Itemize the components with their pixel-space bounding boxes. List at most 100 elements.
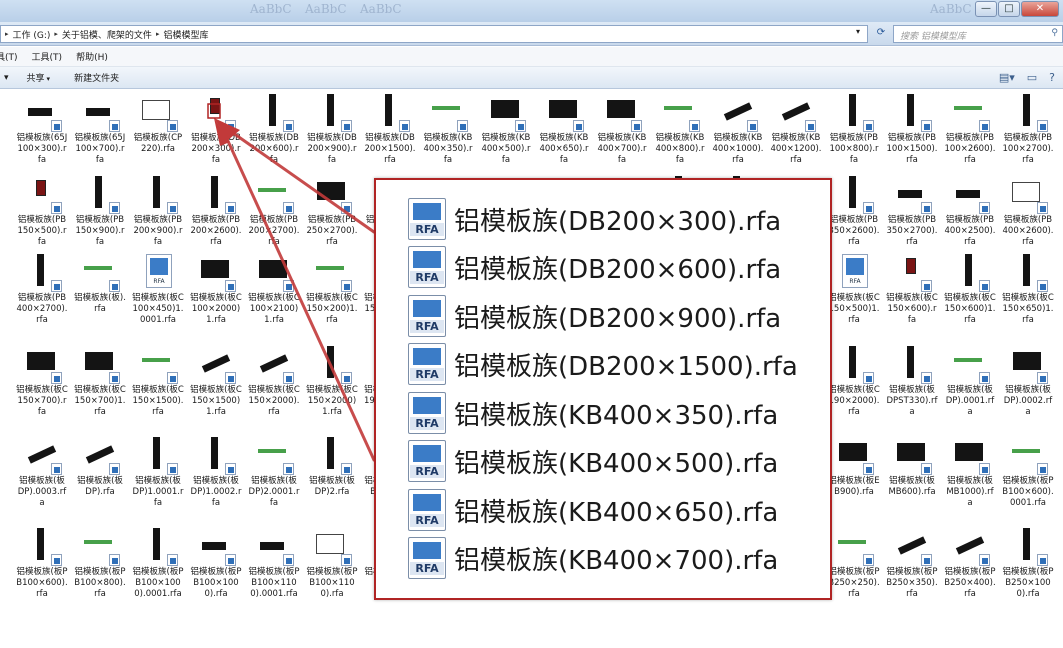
- menu-tools[interactable]: 工具(T): [32, 50, 63, 63]
- file-item[interactable]: 铝模板族(KB400×1000).rfa: [712, 92, 764, 178]
- zoom-row[interactable]: RFA 铝模板族(KB400×350).rfa: [408, 390, 778, 436]
- file-item[interactable]: 铝模板族(板PB250×400).rfa: [944, 526, 996, 612]
- file-thumbnail: [1008, 435, 1048, 475]
- file-item[interactable]: 铝模板族(DB200×600).rfa: [248, 92, 300, 178]
- menu-help[interactable]: 帮助(H): [76, 50, 108, 63]
- file-item[interactable]: 铝模板族(板C150×700).rfa: [16, 344, 68, 430]
- file-item[interactable]: 铝模板族(PB150×900).rfa: [74, 174, 126, 260]
- file-item[interactable]: 铝模板族(PB100×2700).rfa: [1002, 92, 1054, 178]
- file-item[interactable]: 铝模板族(板PB250×250).rfa: [828, 526, 880, 612]
- search-input[interactable]: 搜索 铝模模型库 ⚲: [893, 25, 1063, 43]
- file-item[interactable]: 铝模板族(板PB100×600).0001.rfa: [1002, 435, 1054, 521]
- zoom-row[interactable]: RFA 铝模板族(DB200×900).rfa: [408, 293, 781, 339]
- file-item[interactable]: 铝模板族(板DP).rfa: [74, 435, 126, 521]
- file-item[interactable]: 铝模板族(KB400×1200).rfa: [770, 92, 822, 178]
- file-thumbnail: [1008, 344, 1048, 384]
- new-folder-button[interactable]: 新建文件夹: [74, 71, 119, 84]
- file-item[interactable]: 铝模板族(板C190×2000).rfa: [828, 344, 880, 430]
- file-item[interactable]: 铝模板族(板PB250×1000).rfa: [1002, 526, 1054, 612]
- file-item[interactable]: 铝模板族(DB200×1500).rfa: [364, 92, 416, 178]
- file-item[interactable]: 铝模板族(板C150×200)1.rfa: [306, 252, 358, 338]
- file-item[interactable]: 铝模板族(板C150×1500).rfa: [132, 344, 184, 430]
- close-button[interactable]: ✕: [1021, 1, 1059, 17]
- file-item[interactable]: 铝模板族(PB400×2700).rfa: [16, 252, 68, 338]
- preview-pane-icon[interactable]: ▭: [1027, 71, 1037, 84]
- file-item[interactable]: 铝模板族(板PB100×1000).0001.rfa: [132, 526, 184, 612]
- zoom-row[interactable]: RFA 铝模板族(KB400×700).rfa: [408, 535, 778, 581]
- minimize-button[interactable]: —: [975, 1, 997, 17]
- share-button[interactable]: 共享 ▾: [27, 71, 51, 84]
- file-item[interactable]: 铝模板族(PB250×2700).rfa: [306, 174, 358, 260]
- file-item[interactable]: 铝模板族(板PB100×800).rfa: [74, 526, 126, 612]
- file-item[interactable]: 铝模板族(板C150×2000)1.rfa: [306, 344, 358, 430]
- file-item[interactable]: 铝模板族(PB150×500).rfa: [16, 174, 68, 260]
- file-item[interactable]: 铝模板族(KB400×350).rfa: [422, 92, 474, 178]
- file-item[interactable]: 铝模板族(板C100×2100)1.rfa: [248, 252, 300, 338]
- file-item[interactable]: 铝模板族(65J100×700).rfa: [74, 92, 126, 178]
- file-item[interactable]: 铝模板族(PB350×2600).rfa: [828, 174, 880, 260]
- zoom-row[interactable]: RFA 铝模板族(DB200×1500).rfa: [408, 341, 798, 387]
- zoom-row[interactable]: RFA 铝模板族(KB400×650).rfa: [408, 487, 778, 533]
- file-item[interactable]: 铝模板族(DB200×900).rfa: [306, 92, 358, 178]
- chevron-down-icon[interactable]: ▾: [856, 27, 860, 36]
- file-item[interactable]: 铝模板族(PB400×2600).rfa: [1002, 174, 1054, 260]
- file-item[interactable]: 铝模板族(板C100×2000)1.rfa: [190, 252, 242, 338]
- file-item[interactable]: 铝模板族(板C150×1500)1.rfa: [190, 344, 242, 430]
- file-item[interactable]: 铝模板族(65J100×300).rfa: [16, 92, 68, 178]
- file-item[interactable]: 铝模板族(板).rfa: [74, 252, 126, 338]
- file-item[interactable]: 铝模板族(板C100×450)1.0001.rfa: [132, 252, 184, 338]
- file-item[interactable]: 铝模板族(PB100×2600).rfa: [944, 92, 996, 178]
- file-item[interactable]: 铝模板族(板DP)2.rfa: [306, 435, 358, 521]
- file-item[interactable]: 铝模板族(KB400×500).rfa: [480, 92, 532, 178]
- file-item[interactable]: 铝模板族(板MB600).rfa: [886, 435, 938, 521]
- file-item[interactable]: 铝模板族(板C150×600).rfa: [886, 252, 938, 338]
- search-icon[interactable]: ⚲: [1051, 28, 1058, 38]
- file-item[interactable]: 铝模板族(板DPST330).rfa: [886, 344, 938, 430]
- zoom-row[interactable]: RFA 铝模板族(KB400×500).rfa: [408, 438, 778, 484]
- file-item[interactable]: 铝模板族(板PB100×600).rfa: [16, 526, 68, 612]
- file-item[interactable]: 铝模板族(PB100×800).rfa: [828, 92, 880, 178]
- breadcrumb[interactable]: ▸ 工作 (G:) ▸ 关于铝模、爬架的文件 ▸ 铝模模型库: [0, 25, 868, 43]
- breadcrumb-item-drive[interactable]: 工作 (G:): [13, 28, 51, 41]
- file-item[interactable]: 铝模板族(板C150×500)1.rfa: [828, 252, 880, 338]
- file-name: 铝模板族(板PB100×600).0001.rfa: [1002, 476, 1054, 508]
- file-item[interactable]: 铝模板族(PB400×2500).rfa: [944, 174, 996, 260]
- zoom-row[interactable]: RFA 铝模板族(DB200×600).rfa: [408, 244, 781, 290]
- file-item[interactable]: 铝模板族(PB100×1500).rfa: [886, 92, 938, 178]
- view-options-icon[interactable]: ▤▾: [999, 71, 1015, 84]
- file-thumbnail: [892, 92, 932, 132]
- refresh-icon[interactable]: ⟳: [873, 27, 889, 41]
- file-item[interactable]: 铝模板族(KB400×800).rfa: [654, 92, 706, 178]
- maximize-button[interactable]: □: [998, 1, 1020, 17]
- file-item[interactable]: 铝模板族(板C150×650)1.rfa: [1002, 252, 1054, 338]
- file-item[interactable]: 铝模板族(CP220).rfa: [132, 92, 184, 178]
- file-item[interactable]: 铝模板族(PB350×2700).rfa: [886, 174, 938, 260]
- file-item[interactable]: 铝模板族(板DP)1.0002.rfa: [190, 435, 242, 521]
- file-item[interactable]: 铝模板族(板C150×600)1.rfa: [944, 252, 996, 338]
- breadcrumb-item-folder[interactable]: 关于铝模、爬架的文件: [62, 28, 152, 41]
- file-item[interactable]: 铝模板族(PB200×900).rfa: [132, 174, 184, 260]
- file-item[interactable]: 铝模板族(板PB250×350).rfa: [886, 526, 938, 612]
- file-item[interactable]: 铝模板族(板DP).0001.rfa: [944, 344, 996, 430]
- file-item[interactable]: 铝模板族(板C150×2000).rfa: [248, 344, 300, 430]
- file-item[interactable]: 铝模板族(板PB100×1100).0001.rfa: [248, 526, 300, 612]
- file-item[interactable]: 铝模板族(板PB100×1000).rfa: [190, 526, 242, 612]
- file-item[interactable]: 铝模板族(PB200×2600).rfa: [190, 174, 242, 260]
- file-item[interactable]: 铝模板族(PB200×2700).rfa: [248, 174, 300, 260]
- file-item[interactable]: 铝模板族(板PB100×1100).rfa: [306, 526, 358, 612]
- file-item[interactable]: 铝模板族(DB200×300).rfa: [190, 92, 242, 178]
- menu-tools-partial[interactable]: 具(T): [0, 50, 18, 63]
- help-icon[interactable]: ?: [1049, 71, 1055, 84]
- file-item[interactable]: 铝模板族(板DP).0002.rfa: [1002, 344, 1054, 430]
- file-item[interactable]: 铝模板族(KB400×700).rfa: [596, 92, 648, 178]
- file-item[interactable]: 铝模板族(板DP).0003.rfa: [16, 435, 68, 521]
- zoom-row[interactable]: RFA 铝模板族(DB200×300).rfa: [408, 196, 781, 242]
- file-item[interactable]: 铝模板族(KB400×650).rfa: [538, 92, 590, 178]
- file-item[interactable]: 铝模板族(板DP)1.0001.rfa: [132, 435, 184, 521]
- file-item[interactable]: 铝模板族(板C150×700)1.rfa: [74, 344, 126, 430]
- file-name: 铝模板族(板C150×1500).rfa: [132, 385, 184, 417]
- breadcrumb-item-current[interactable]: 铝模模型库: [163, 28, 208, 41]
- file-item[interactable]: 铝模板族(板MB1000).rfa: [944, 435, 996, 521]
- file-item[interactable]: 铝模板族(板DP)2.0001.rfa: [248, 435, 300, 521]
- file-item[interactable]: 铝模板族(板EB900).rfa: [828, 435, 880, 521]
